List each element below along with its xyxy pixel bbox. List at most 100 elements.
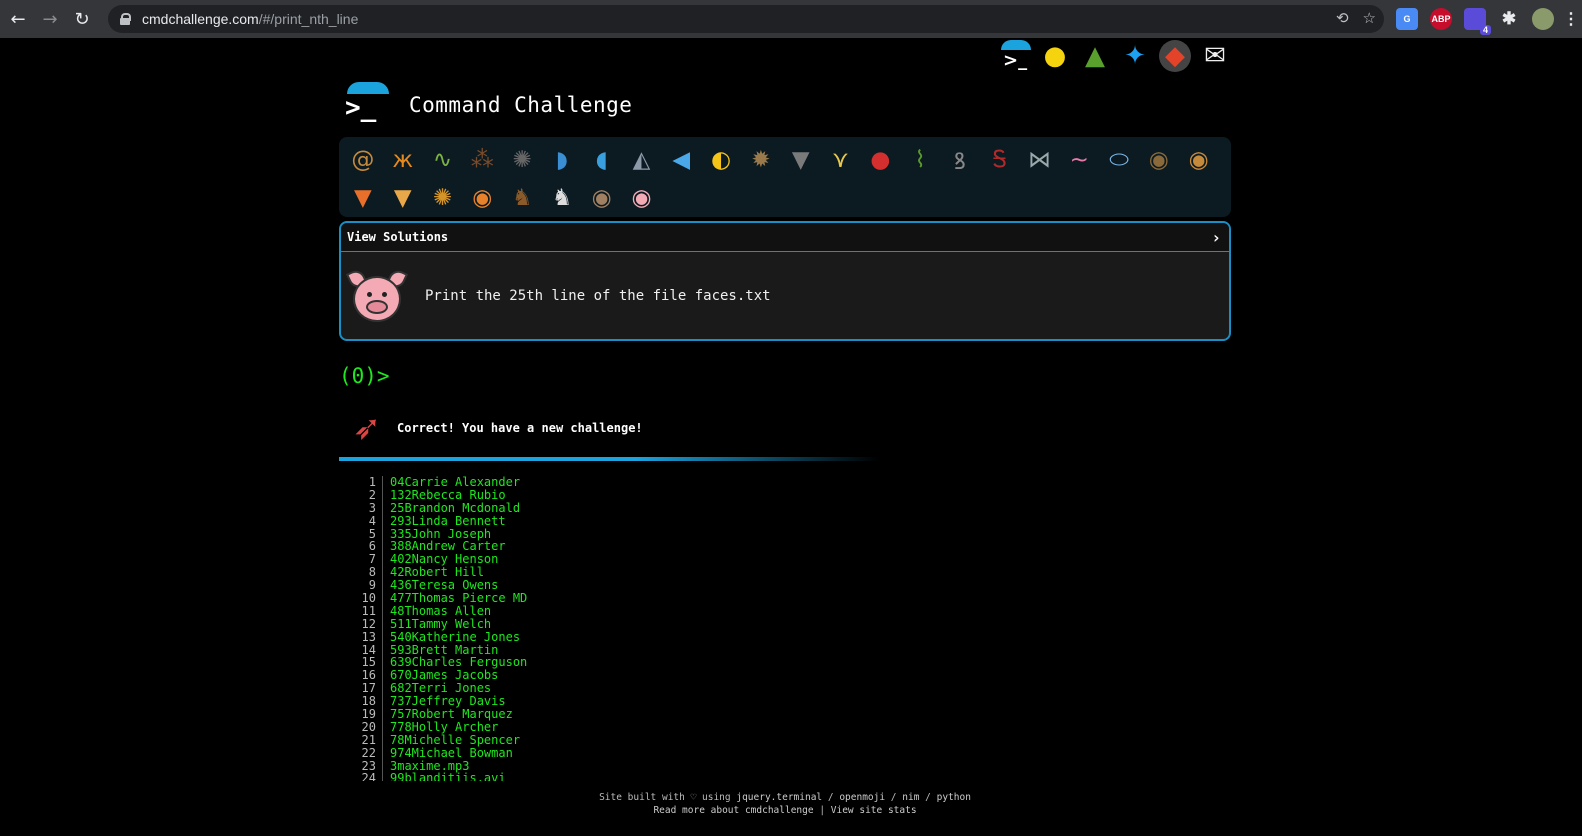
extensions-puzzle-icon[interactable]: ✱ [1498,8,1520,30]
openmoji-link[interactable]: openmoji [839,792,885,803]
output-line: 2 132Rebecca Rubio [361,488,761,502]
line-number: 10 [361,592,383,605]
read-more-link[interactable]: Read more about cmdchallenge [653,805,813,816]
terminal-logo-icon[interactable]: >_ [999,40,1031,72]
forward-arrow-icon[interactable]: → [36,5,64,33]
mosquito-icon[interactable]: ꝸ [940,141,980,179]
wolf-icon[interactable]: ▼ [781,141,821,179]
line-number: 1 [361,476,383,489]
address-bar[interactable]: cmdchallenge.com/#/print_nth_line ⟲ ☆ [108,5,1384,33]
line-text: 477Thomas Pierce MD [390,591,528,606]
whale-icon[interactable]: ◗ [542,141,582,179]
line-number: 19 [361,708,383,721]
python-link[interactable]: python [937,792,971,803]
output-line: 24 99blanditiis.avi [361,772,761,781]
line-text: 293Linda Bennett [390,513,506,528]
reload-icon[interactable]: ↻ [68,5,96,33]
footer-line-2: Read more about cmdchallenge | View site… [653,805,917,816]
result-message: Correct! You have a new challenge! [397,421,643,435]
line-number: 22 [361,746,383,760]
line-text: 04Carrie Alexander [390,476,521,489]
nim-link[interactable]: nim [902,792,919,803]
line-text: 974Michael Bowman [390,745,513,760]
tiger-face-icon[interactable]: ◉ [462,179,502,217]
output-line: 11 48Thomas Allen [361,605,761,618]
line-number: 3 [361,501,383,515]
adblock-plus-icon[interactable]: ABP [1430,8,1452,30]
footer: Site built with ♡ using jquery.terminal … [339,791,1231,817]
output-line: 4 293Linda Bennett [361,513,761,528]
worm-icon[interactable]: ~ [1059,141,1099,179]
shark-icon[interactable]: ◭ [622,141,662,179]
url-host: cmdchallenge.com [142,11,259,27]
back-arrow-icon[interactable]: ← [4,5,32,33]
output-line: 21 78Michelle Spencer [361,733,761,747]
extension-badge: 4 [1479,25,1491,35]
browser-toolbar: ← → ↻ cmdchallenge.com/#/print_nth_line … [0,0,1582,38]
output-line: 20 778Holly Archer [361,721,761,734]
view-solutions-toggle[interactable]: View Solutions › [341,223,1229,252]
terminal-prompt[interactable]: (0)> [339,364,390,388]
google-translate-icon[interactable]: G [1396,8,1418,30]
site-logo-icon[interactable]: >_ [339,82,393,128]
line-number: 21 [361,733,383,747]
rocket-icon: ➶ [352,408,382,448]
ladybug-icon[interactable]: ● [860,141,900,179]
output-line: 13 540Katherine Jones [361,630,761,644]
butterfly-icon[interactable]: ж [383,141,423,179]
profile-avatar[interactable] [1532,8,1554,30]
line-text: 25Brandon Mcdonald [390,500,521,515]
horse-face-icon[interactable]: ♞ [502,179,542,217]
lion-face-icon[interactable]: ✺ [423,179,463,217]
monkey-face-icon[interactable]: ◉ [1139,141,1179,179]
progress-bar [339,457,879,461]
blowfish-icon[interactable]: ✹ [741,141,781,179]
line-text: 48Thomas Allen [390,603,492,618]
fly-icon[interactable]: ⋈ [1020,141,1060,179]
view-solutions-label: View Solutions [347,230,449,244]
site-header: >_ Command Challenge [339,82,632,128]
cow-face-icon[interactable]: ◉ [582,179,622,217]
spider-web-icon[interactable]: ✺ [502,141,542,179]
tree-icon[interactable]: ▲ [1079,40,1111,72]
bird-icon[interactable]: ⋎ [821,141,861,179]
caterpillar-icon[interactable]: ∿ [423,141,463,179]
line-text: 511Tammy Welch [390,616,492,631]
social-links: >_ ● ▲ ✦ ◆ ✉ [999,40,1231,72]
twitter-icon[interactable]: ✦ [1119,40,1151,72]
output-line: 12 511Tammy Welch [361,616,761,631]
challenge-tray: @ ж ∿ ⁂ ✺ ◗ ◖ ◭ ◀ ◐ ✹ ▼ ⋎ ● ⌇ ꝸ Ꭶ ⋈ ~ ⬭ … [339,137,1231,217]
shush-face-icon[interactable]: ● [1039,40,1071,72]
pig-face-icon[interactable]: ◉ [622,179,662,217]
result-notice: ➶ Correct! You have a new challenge! [345,406,643,450]
email-icon[interactable]: ✉ [1199,40,1231,72]
jquery-terminal-link[interactable]: jquery.terminal [736,792,822,803]
microbe-icon[interactable]: ⬭ [1099,141,1139,179]
stack-extension-icon[interactable]: 4 [1464,8,1491,35]
output-line: 19 757Robert Marquez [361,708,761,721]
browser-menu-icon[interactable]: ⋮ [1563,8,1579,30]
chevron-right-icon[interactable]: › [1211,228,1221,247]
bookmark-star-icon[interactable]: ☆ [1363,9,1376,27]
gitlab-icon[interactable]: ◆ [1159,40,1191,72]
pig-face-icon [345,266,409,326]
tropical-fish-icon[interactable]: ◐ [701,141,741,179]
site-stats-link[interactable]: View site stats [831,805,917,816]
challenge-description: Print the 25th line of the file faces.tx… [425,287,771,304]
line-text: 757Robert Marquez [390,707,513,722]
translate-icon[interactable]: ⟲ [1336,9,1349,27]
dog-face-icon[interactable]: ◉ [1179,141,1219,179]
fish-icon[interactable]: ◀ [661,141,701,179]
unicorn-face-icon[interactable]: ♞ [542,179,582,217]
ant-icon[interactable]: ⁂ [462,141,502,179]
scorpion-icon[interactable]: Ꭶ [980,141,1020,179]
line-number: 2 [361,488,383,502]
dolphin-icon[interactable]: ◖ [582,141,622,179]
snail-icon[interactable]: @ [343,141,383,179]
cat-face-icon[interactable]: ▼ [383,179,423,217]
challenge-panel: View Solutions › Print the 25th line of … [339,221,1231,341]
cricket-icon[interactable]: ⌇ [900,141,940,179]
line-number: 13 [361,630,383,644]
line-text: 99blanditiis.avi [390,771,506,781]
fox-face-icon[interactable]: ▼ [343,179,383,217]
